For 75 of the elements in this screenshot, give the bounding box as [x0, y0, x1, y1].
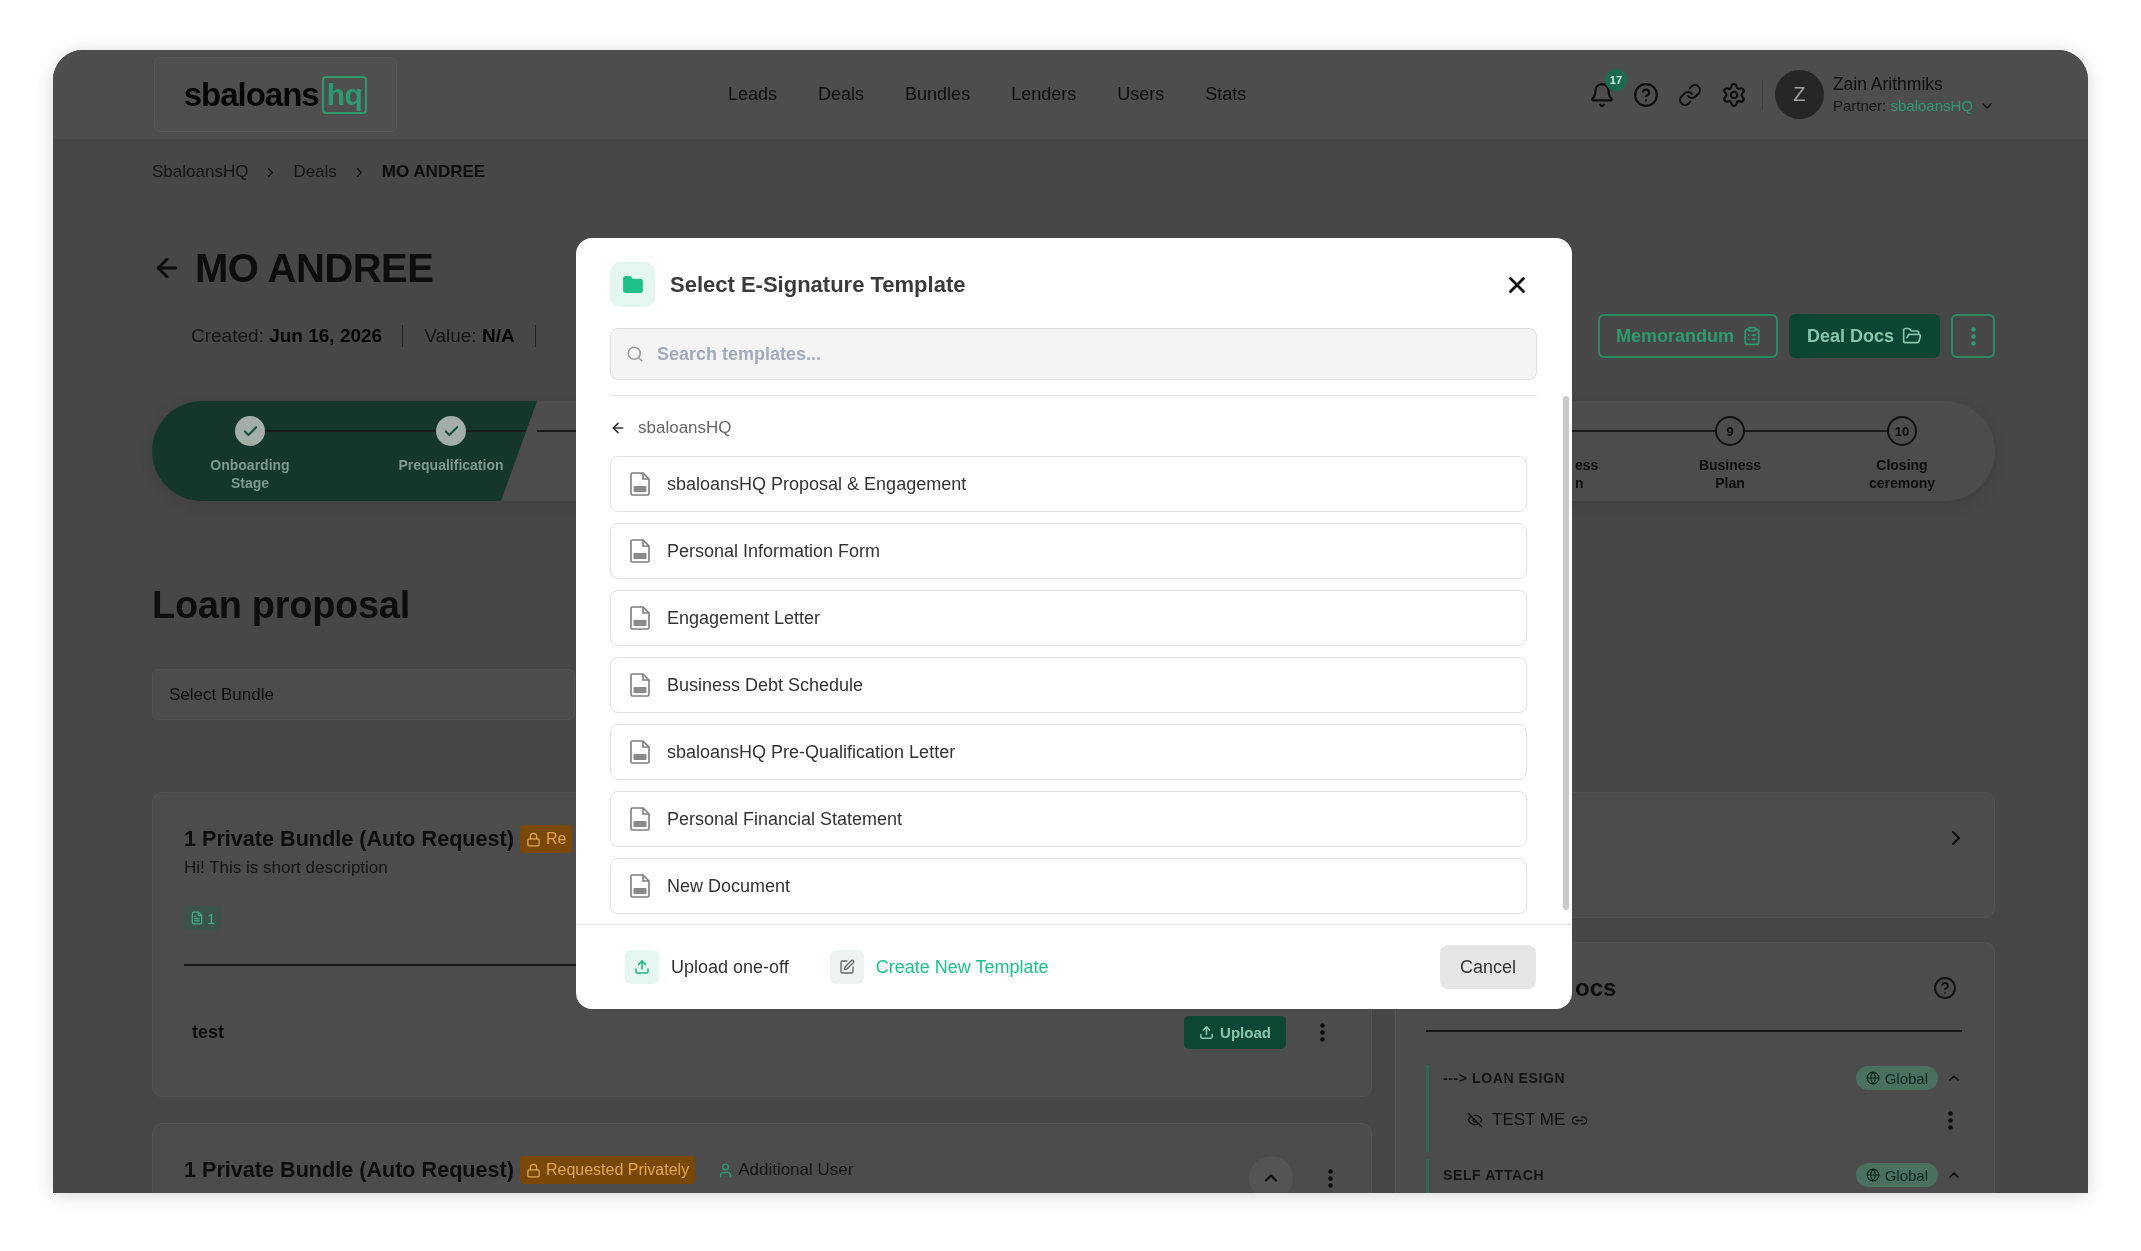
link-icon[interactable]: [1677, 82, 1702, 107]
kebab-icon: [1970, 326, 1976, 346]
template-item[interactable]: New Document: [610, 858, 1527, 914]
doc-item-name: TEST ME: [1492, 1110, 1566, 1130]
lock-icon: [525, 1162, 541, 1178]
avatar[interactable]: Z: [1774, 70, 1824, 119]
bundle-title: 1 Private Bundle (Auto Request): [184, 1156, 514, 1184]
partner-text: Partner: sbaloansHQ: [1832, 97, 1973, 115]
scope-text: Global: [1884, 1166, 1928, 1184]
edit-icon: [829, 950, 864, 984]
upload-icon: [625, 950, 659, 984]
assignee-name: Additional User: [738, 1160, 854, 1180]
folder-icon: [1902, 326, 1922, 346]
template-item[interactable]: Business Debt Schedule: [610, 657, 1527, 713]
logo-hq-mark: hq: [321, 75, 368, 114]
help-icon[interactable]: [1632, 81, 1659, 108]
bundle-select[interactable]: Select Bundle: [152, 669, 575, 720]
document-icon: [630, 673, 650, 697]
step-label: ess n: [1575, 456, 1599, 492]
section-title: Loan proposal: [152, 583, 410, 628]
group-title: ---> LOAN ESIGN: [1443, 1070, 1566, 1086]
globe-icon: [1865, 1071, 1880, 1085]
kebab-icon[interactable]: [1948, 1110, 1953, 1130]
upload-icon: [1199, 1025, 1215, 1040]
template-item[interactable]: Engagement Letter: [610, 590, 1527, 646]
logo-wordmark: sbaloans: [183, 75, 319, 114]
step-number: 9: [1715, 416, 1745, 446]
help-icon[interactable]: [1933, 976, 1957, 1000]
notification-count: 17: [1604, 68, 1627, 91]
upload-one-off-button[interactable]: Upload one-off: [625, 950, 789, 984]
breadcrumb-current: MO ANDREE: [381, 161, 486, 183]
document-icon: [630, 807, 650, 831]
upload-button[interactable]: Upload: [1184, 1016, 1286, 1049]
search-field[interactable]: Search templates...: [610, 328, 1537, 380]
step-label: Business Plan: [1698, 456, 1762, 492]
scope-text: Global: [1884, 1069, 1928, 1087]
globe-icon: [1865, 1168, 1880, 1182]
template-item[interactable]: sbaloansHQ Proposal & Engagement: [610, 456, 1527, 512]
page-title: MO ANDREE: [195, 245, 434, 292]
deal-docs-button[interactable]: Deal Docs: [1788, 314, 1940, 358]
step-label: Closing ceremony: [1868, 456, 1936, 492]
bundle-description: Hi! This is short description: [184, 857, 388, 879]
collapse-button[interactable]: [1249, 1156, 1293, 1193]
step-label: Onboarding Stage: [210, 456, 290, 492]
modal-title: Select E-Signature Template: [670, 271, 966, 298]
more-options-button[interactable]: [1951, 314, 1995, 358]
document-icon: [630, 472, 650, 496]
template-item[interactable]: Personal Information Form: [610, 523, 1527, 579]
document-icon: [630, 740, 650, 764]
bundle-title: 1 Private Bundle (Auto Request): [184, 825, 514, 853]
status-text: Re: [545, 830, 567, 848]
status-text: Requested Privately: [545, 1161, 690, 1179]
document-icon: [630, 539, 650, 563]
step-number: 10: [1887, 416, 1917, 446]
document-name: test: [192, 1022, 224, 1043]
kebab-icon[interactable]: [1320, 1023, 1325, 1042]
file-icon: [190, 911, 204, 925]
template-item[interactable]: Personal Financial Statement: [610, 791, 1527, 847]
folder-icon: [610, 262, 655, 307]
docs-title: ocs: [1575, 974, 1617, 1002]
search-icon: [626, 345, 644, 363]
settings-icon[interactable]: [1720, 81, 1747, 108]
user-name: Zain Arithmiks: [1832, 74, 1944, 95]
template-item[interactable]: sbaloansHQ Pre-Qualification Letter: [610, 724, 1527, 780]
lock-icon: [525, 831, 541, 847]
kebab-icon[interactable]: [1328, 1169, 1333, 1188]
eye-off-icon[interactable]: [1467, 1112, 1483, 1128]
document-icon: [630, 606, 650, 630]
cancel-button[interactable]: Cancel: [1440, 945, 1536, 989]
document-icon: [630, 874, 650, 898]
folder-link[interactable]: sbaloansHQ: [638, 418, 732, 438]
step-label: Prequalification: [398, 456, 504, 474]
group-title: SELF ATTACH: [1443, 1167, 1545, 1183]
document-count: 1: [207, 909, 216, 927]
scrollbar-thumb[interactable]: [1563, 396, 1569, 910]
